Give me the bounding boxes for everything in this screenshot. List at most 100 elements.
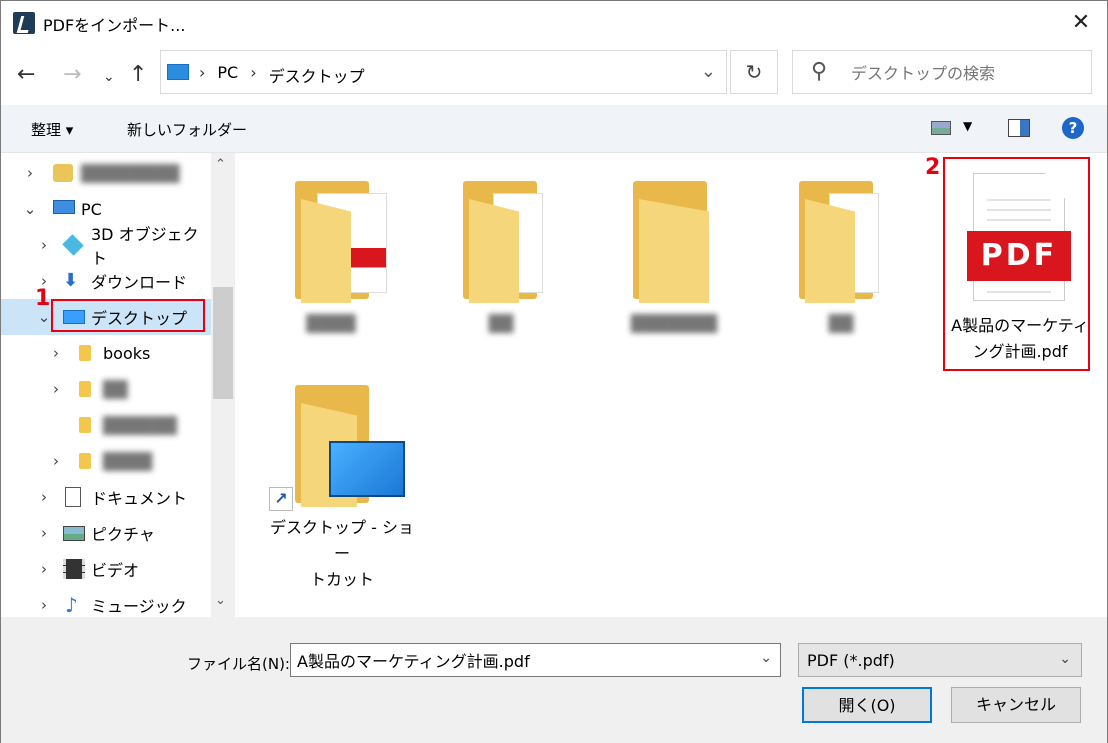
annotation-box-1 [51, 299, 205, 332]
scroll-up-chevron-icon[interactable]: ⌃ [215, 157, 226, 172]
sidebar-item-label: ビデオ [91, 561, 140, 580]
filename-field[interactable]: ⌄ [290, 643, 781, 677]
close-button[interactable]: ✕ [1061, 7, 1101, 39]
open-button[interactable]: 開く(O) [802, 687, 932, 723]
sidebar-item-music[interactable]: › ♪ ミュージック [1, 587, 211, 617]
shortcut-caption[interactable]: デスクトップ - ショー トカット [267, 515, 417, 593]
sidebar-item-videos[interactable]: › ビデオ [1, 551, 211, 587]
annotation-number-2: 2 [925, 155, 941, 180]
view-dropdown-icon[interactable]: ▼ [963, 119, 972, 133]
file-caption-hidden: ████ [306, 314, 356, 333]
folder-icon [79, 453, 91, 469]
search-input[interactable] [851, 61, 1081, 85]
navigation-pane: › ████████ ⌄ PC › 3D オブジェクト › ⬇ ダウンロード ⌄… [1, 153, 235, 617]
folder-item[interactable] [463, 181, 543, 303]
sidebar-item-label: ドキュメント [91, 489, 188, 508]
help-icon[interactable]: ? [1062, 117, 1084, 139]
breadcrumb-pc[interactable]: PC [217, 63, 238, 87]
preview-pane-icon[interactable] [1008, 119, 1030, 137]
folder-icon [79, 417, 91, 433]
desktop-icon [167, 64, 189, 80]
filetype-dropdown-chevron-icon[interactable]: ⌄ [1059, 651, 1071, 667]
file-caption-hidden: ██ [488, 314, 514, 333]
sidebar-item-label: ピクチャ [91, 525, 155, 544]
recent-locations-chevron-icon[interactable]: ⌄ [103, 65, 115, 89]
expand-chevron-icon[interactable]: › [23, 164, 37, 182]
expand-chevron-icon[interactable]: › [49, 452, 63, 470]
file-caption-hidden: ██ [828, 314, 854, 333]
film-icon [63, 559, 85, 579]
expand-chevron-icon[interactable]: › [37, 560, 51, 578]
computer-icon [53, 200, 75, 214]
dialog-footer: ファイル名(N): ⌄ PDF (*.pdf) ⌄ 開く(O) キャンセル [1, 617, 1107, 743]
sidebar-item-3d-objects[interactable]: › 3D オブジェクト [1, 225, 211, 268]
sidebar-item-label-hidden: ██ [103, 379, 128, 399]
filename-input[interactable] [297, 649, 747, 671]
shortcut-caption-line1: デスクトップ - ショー [270, 518, 414, 563]
annotation-number-1: 1 [35, 286, 51, 311]
navigation-bar: ← → ⌄ ↑ › PC › デスクトップ ⌄ ↻ ⚲ [1, 45, 1107, 105]
breadcrumb-desktop[interactable]: デスクトップ [269, 63, 365, 87]
app-icon [13, 12, 35, 34]
folder-icon [79, 381, 91, 397]
sidebar-item-label-hidden: ████ [103, 451, 153, 471]
title-bar: PDFをインポート... ✕ [1, 1, 1107, 45]
breadcrumb: › PC › デスクトップ [199, 63, 365, 87]
shortcut-arrow-icon: ↗ [269, 487, 293, 511]
organize-menu-button[interactable]: 整理 ▾ [31, 119, 73, 140]
document-icon [65, 487, 81, 507]
folder-item[interactable] [295, 181, 387, 303]
music-note-icon: ♪ [65, 593, 78, 617]
folder-item[interactable] [799, 181, 879, 303]
refresh-button[interactable]: ↻ [730, 50, 778, 94]
new-folder-button[interactable]: 新しいフォルダー [127, 119, 247, 140]
expand-chevron-icon[interactable]: › [49, 344, 63, 362]
filename-dropdown-chevron-icon[interactable]: ⌄ [760, 650, 772, 666]
breadcrumb-separator-icon: › [250, 63, 257, 82]
folder-front-icon [805, 199, 855, 303]
address-dropdown-chevron-icon[interactable]: ⌄ [701, 61, 716, 82]
filetype-select[interactable]: PDF (*.pdf) ⌄ [798, 643, 1082, 677]
search-box[interactable]: ⚲ [792, 50, 1092, 94]
shortcut-caption-line2: トカット [309, 570, 374, 589]
folder-icon [79, 345, 91, 361]
expand-chevron-icon[interactable]: › [37, 524, 51, 542]
forward-arrow-icon[interactable]: → [63, 63, 81, 87]
file-caption-hidden: ███████ [630, 314, 718, 333]
up-arrow-icon[interactable]: ↑ [129, 63, 147, 87]
breadcrumb-separator-icon: › [199, 63, 206, 82]
sidebar-item-books[interactable]: › books [1, 335, 211, 371]
search-icon: ⚲ [811, 59, 828, 84]
sidebar-item-label: books [103, 343, 151, 363]
expand-chevron-icon[interactable]: › [37, 236, 51, 254]
import-pdf-dialog: PDFをインポート... ✕ ← → ⌄ ↑ › PC › デスクトップ ⌄ ↻… [0, 0, 1108, 743]
collapse-chevron-icon[interactable]: ⌄ [23, 200, 37, 218]
sidebar-item-pictures[interactable]: › ピクチャ [1, 515, 211, 551]
sidebar-item-label: ミュージック [91, 597, 187, 616]
cancel-button[interactable]: キャンセル [951, 687, 1081, 723]
sidebar-item-downloads[interactable]: › ⬇ ダウンロード [1, 263, 211, 299]
scrollbar-thumb[interactable] [213, 287, 233, 399]
folder-front-icon [469, 199, 519, 303]
back-arrow-icon[interactable]: ← [17, 63, 35, 87]
desktop-screen-icon [329, 441, 405, 497]
sidebar-item-hidden-folder[interactable]: › ██ [1, 371, 211, 407]
sidebar-item-hidden-folder[interactable]: › ████ [1, 443, 211, 479]
annotation-box-2 [943, 157, 1090, 371]
expand-chevron-icon[interactable]: › [37, 596, 51, 614]
sidebar-item-label: 3D オブジェクト [91, 225, 199, 268]
expand-chevron-icon[interactable]: › [37, 488, 51, 506]
sidebar-item-user[interactable]: › ████████ [1, 155, 211, 191]
scroll-down-chevron-icon[interactable]: ⌄ [215, 593, 226, 608]
folder-front-icon [639, 199, 709, 303]
sidebar-item-hidden-folder[interactable]: ██████ [1, 407, 211, 443]
sidebar-item-label: ダウンロード [91, 273, 188, 292]
folder-front-icon [301, 199, 351, 303]
sidebar-item-documents[interactable]: › ドキュメント [1, 479, 211, 515]
folder-item[interactable] [633, 181, 713, 303]
expand-chevron-icon[interactable]: › [49, 380, 63, 398]
address-bar[interactable]: › PC › デスクトップ ⌄ [160, 50, 727, 94]
view-options-icon[interactable] [931, 121, 951, 135]
download-arrow-icon: ⬇ [63, 270, 79, 291]
sidebar-scrollbar[interactable]: ⌃ ⌄ [211, 153, 234, 617]
